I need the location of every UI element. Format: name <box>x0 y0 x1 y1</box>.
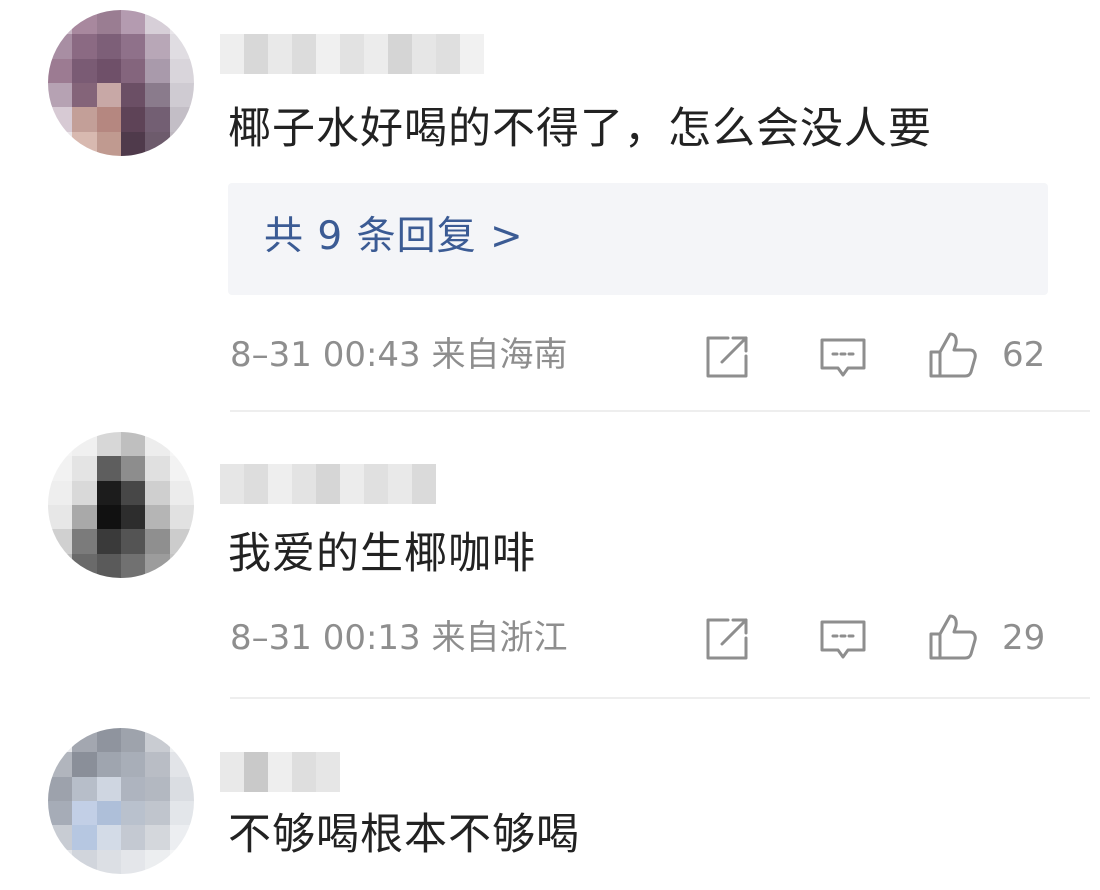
avatar[interactable] <box>48 728 194 874</box>
comment-item: 不够喝根本不够喝 <box>0 0 1100 890</box>
username[interactable] <box>220 752 340 792</box>
comment-text: 不够喝根本不够喝 <box>228 810 580 860</box>
